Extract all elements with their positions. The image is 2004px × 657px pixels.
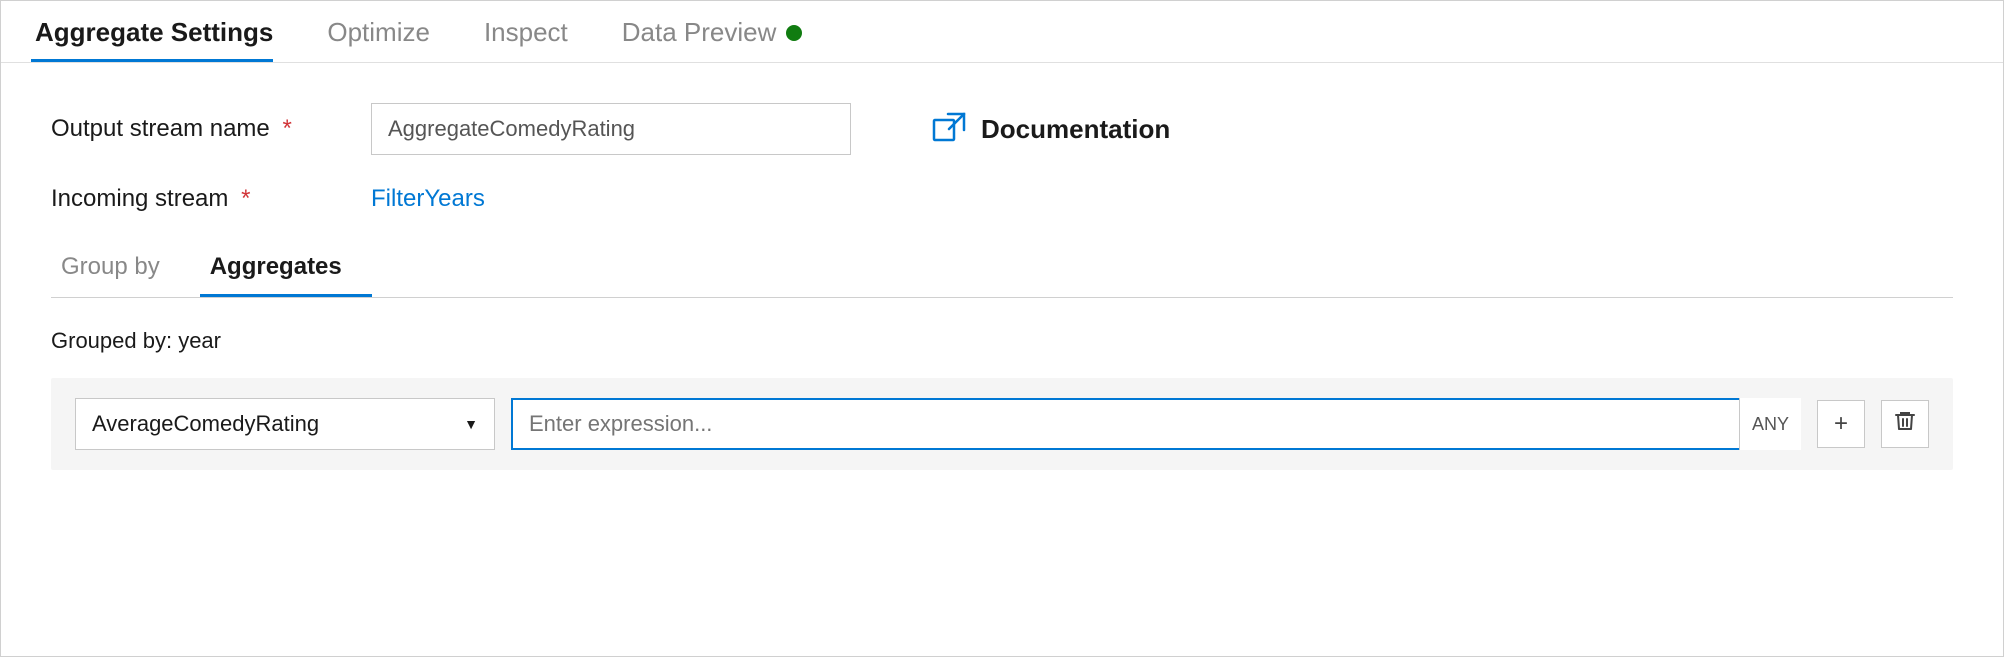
tab-aggregates[interactable]: Aggregates xyxy=(200,243,372,297)
grouped-by-label: Grouped by: year xyxy=(51,328,1953,354)
output-stream-required: * xyxy=(282,115,291,142)
tab-optimize[interactable]: Optimize xyxy=(323,17,450,62)
any-badge: ANY xyxy=(1739,398,1801,450)
add-button[interactable]: + xyxy=(1817,400,1865,448)
column-dropdown-value: AverageComedyRating xyxy=(92,411,319,437)
documentation-label[interactable]: Documentation xyxy=(981,114,1170,145)
inner-tab-bar: Group by Aggregates xyxy=(51,243,1953,298)
incoming-stream-row: Incoming stream * FilterYears xyxy=(51,185,1953,213)
incoming-stream-link[interactable]: FilterYears xyxy=(371,185,485,213)
documentation-area: Documentation xyxy=(931,111,1170,147)
incoming-stream-required: * xyxy=(241,185,250,212)
plus-icon: + xyxy=(1834,410,1848,438)
data-preview-status-dot xyxy=(786,25,802,41)
expression-input[interactable] xyxy=(511,398,1801,450)
tab-data-preview[interactable]: Data Preview xyxy=(618,17,823,62)
output-stream-label: Output stream name * xyxy=(51,115,371,143)
output-stream-row: Output stream name * Documentation xyxy=(51,103,1953,155)
aggregate-row: AverageComedyRating ▼ ANY + xyxy=(51,378,1953,470)
column-dropdown[interactable]: AverageComedyRating ▼ xyxy=(75,398,495,450)
incoming-stream-label: Incoming stream * xyxy=(51,185,371,213)
top-tab-bar: Aggregate Settings Optimize Inspect Data… xyxy=(1,1,2003,63)
main-container: Aggregate Settings Optimize Inspect Data… xyxy=(0,0,2004,657)
output-stream-input[interactable] xyxy=(371,103,851,155)
tab-group-by[interactable]: Group by xyxy=(51,243,190,297)
expression-input-wrapper: ANY xyxy=(511,398,1801,450)
trash-icon xyxy=(1893,409,1917,440)
main-content: Output stream name * Documentation Incom… xyxy=(1,63,2003,656)
tab-inspect[interactable]: Inspect xyxy=(480,17,588,62)
delete-button[interactable] xyxy=(1881,400,1929,448)
dropdown-arrow-icon: ▼ xyxy=(464,416,478,432)
external-link-icon[interactable] xyxy=(931,111,967,147)
tab-aggregate-settings[interactable]: Aggregate Settings xyxy=(31,17,293,62)
